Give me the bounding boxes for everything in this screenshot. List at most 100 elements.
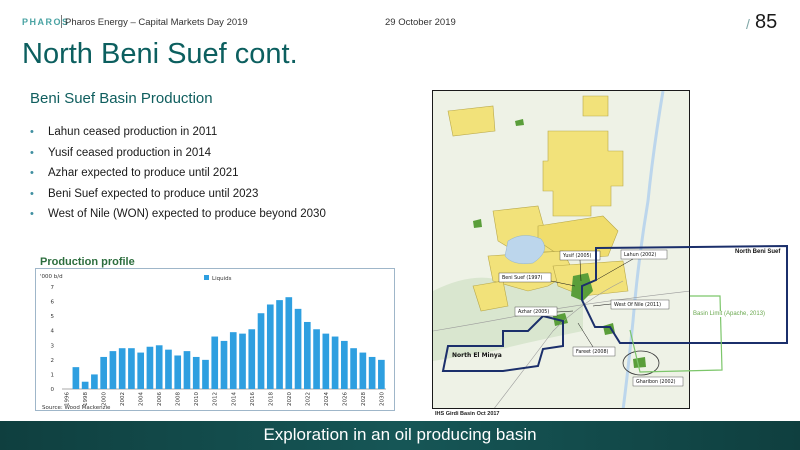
bullet-item: • Lahun ceased production in 2011 bbox=[30, 122, 326, 143]
chart-xtick-label: 2012 bbox=[213, 392, 219, 406]
map-label-yusif: Yusif (2005) bbox=[562, 253, 592, 259]
bullet-text: West of Nile (WON) expected to produce b… bbox=[48, 208, 326, 221]
bullet-list: • Lahun ceased production in 2011 • Yusif … bbox=[30, 122, 326, 225]
production-profile-title: Production profile bbox=[40, 256, 135, 268]
map-label-azhar: Azhar (2005) bbox=[518, 309, 549, 315]
chart-bar bbox=[165, 349, 172, 389]
bullet-item: • Beni Suef expected to produce until 202… bbox=[30, 184, 326, 205]
map-label-basin-limit: Basin Limit (Apache, 2013) bbox=[692, 311, 767, 317]
bullet-icon: • bbox=[30, 126, 34, 139]
chart-bar bbox=[211, 336, 219, 389]
chart-ylabel: '000 b/d bbox=[40, 274, 63, 280]
map-label-north-beni-suef: North Beni Suef bbox=[735, 249, 781, 255]
chart-bar bbox=[378, 359, 385, 389]
chart-bar bbox=[331, 336, 339, 389]
chart-bar bbox=[146, 346, 154, 389]
chart-xtick-label: 2018 bbox=[268, 392, 274, 406]
bullet-item: • Azhar expected to produce until 2021 bbox=[30, 163, 326, 184]
chart-bar bbox=[285, 297, 293, 389]
chart-xtick-label: 2008 bbox=[176, 392, 182, 406]
chart-xtick-label: 1996 bbox=[65, 392, 71, 406]
chart-ytick-label: 0 bbox=[51, 387, 55, 393]
chart-xtick-label: 2030 bbox=[379, 392, 385, 406]
chart-bar bbox=[350, 348, 357, 389]
chart-bar bbox=[81, 381, 89, 389]
chart-bar bbox=[91, 374, 98, 389]
bullet-icon: • bbox=[30, 146, 34, 159]
map-source: IHS Girdi Basin Oct 2017 bbox=[435, 411, 500, 417]
chart-ytick-label: 2 bbox=[51, 358, 55, 364]
chart-xtick-label: 2004 bbox=[139, 392, 145, 406]
chart-xtick-label: 2000 bbox=[102, 392, 108, 406]
chart-xtick-label: 2020 bbox=[287, 392, 293, 406]
chart-bar bbox=[155, 345, 163, 389]
pharos-logo: PHAROS bbox=[22, 17, 70, 27]
chart-bar bbox=[313, 329, 320, 389]
chart-xtick-label: 2010 bbox=[194, 392, 200, 406]
bullet-item: • Yusif ceased production in 2014 bbox=[30, 143, 326, 164]
section-subtitle: Beni Suef Basin Production bbox=[30, 90, 213, 107]
chart-bar bbox=[359, 352, 367, 389]
chart-xtick-label: 2022 bbox=[305, 392, 311, 406]
header-date: 29 October 2019 bbox=[385, 17, 456, 28]
chart-legend-label: Liquids bbox=[212, 276, 232, 282]
chart-bar bbox=[276, 300, 283, 389]
bullet-text: Lahun ceased production in 2011 bbox=[48, 126, 218, 139]
basin-map: Yusif (2005) Lahun (2002) Beni Suef (199… bbox=[432, 90, 690, 409]
chart-ytick-label: 7 bbox=[51, 285, 55, 291]
chart-bar bbox=[239, 333, 246, 389]
chart-bar bbox=[118, 348, 126, 389]
production-chart: '000 b/d Liquids 0 1 2 3 4 5 6 7 1996 1998 2000 2002 2… bbox=[35, 268, 395, 411]
page-number-slash: / bbox=[746, 16, 750, 32]
chart-bar bbox=[368, 356, 376, 389]
chart-xtick-label: 2006 bbox=[157, 392, 163, 406]
bullet-text: Azhar expected to produce until 2021 bbox=[48, 167, 239, 180]
chart-bar bbox=[303, 321, 311, 389]
chart-legend-swatch bbox=[204, 275, 209, 280]
production-chart-svg: '000 b/d Liquids 0 1 2 3 4 5 6 7 1996 1998 2000 2002 2… bbox=[40, 274, 386, 411]
header-divider bbox=[61, 15, 62, 28]
slide-title: North Beni Suef cont. bbox=[22, 38, 298, 70]
footer-text: Exploration in an oil producing basin bbox=[263, 425, 537, 444]
map-label-north-el-minya: North El Minya bbox=[452, 352, 502, 359]
chart-bar bbox=[137, 352, 145, 389]
chart-bar bbox=[202, 359, 209, 389]
chart-xtick-label: 2024 bbox=[324, 392, 330, 406]
chart-xtick-label: 2016 bbox=[250, 392, 256, 406]
chart-source: Source: Wood Mackenzie bbox=[42, 405, 111, 411]
bullet-icon: • bbox=[30, 167, 34, 180]
chart-bar bbox=[183, 351, 191, 389]
chart-ytick-label: 6 bbox=[51, 300, 55, 306]
map-label-lahun: Lahun (2002) bbox=[624, 252, 656, 258]
chart-xtick-label: 1998 bbox=[83, 392, 89, 406]
map-block-top bbox=[582, 95, 609, 117]
chart-bar bbox=[220, 340, 228, 389]
bullet-icon: • bbox=[30, 187, 34, 200]
chart-xtick-label: 2026 bbox=[342, 392, 348, 406]
chart-bar bbox=[174, 355, 182, 389]
bullet-text: Beni Suef expected to produce until 2023 bbox=[48, 187, 259, 200]
chart-ytick-label: 5 bbox=[51, 314, 55, 320]
chart-xtick-label: 2002 bbox=[120, 392, 126, 406]
chart-bar bbox=[341, 340, 348, 389]
bullet-icon: • bbox=[30, 208, 34, 221]
bullet-item: • West of Nile (WON) expected to produce … bbox=[30, 204, 326, 225]
chart-bar bbox=[229, 332, 237, 389]
chart-bar bbox=[109, 351, 117, 389]
chart-bar bbox=[294, 308, 302, 389]
chart-bar bbox=[248, 329, 256, 389]
chart-ytick-label: 3 bbox=[51, 343, 55, 349]
map-block-northwest bbox=[447, 105, 496, 137]
map-label-gharibon: Gharibon (2002) bbox=[636, 379, 676, 385]
chart-bar bbox=[192, 356, 200, 389]
page-number: 85 bbox=[755, 11, 778, 33]
chart-bar bbox=[72, 367, 80, 389]
chart-bar bbox=[128, 348, 135, 389]
map-label-fareet: Fareet (2008) bbox=[576, 349, 609, 355]
chart-bar bbox=[266, 304, 274, 389]
chart-bar bbox=[100, 356, 107, 389]
chart-ytick-label: 1 bbox=[51, 372, 55, 378]
header-company: Pharos Energy – Capital Markets Day 2019 bbox=[65, 17, 248, 28]
chart-ytick-label: 4 bbox=[51, 329, 55, 335]
chart-bar bbox=[322, 333, 330, 389]
